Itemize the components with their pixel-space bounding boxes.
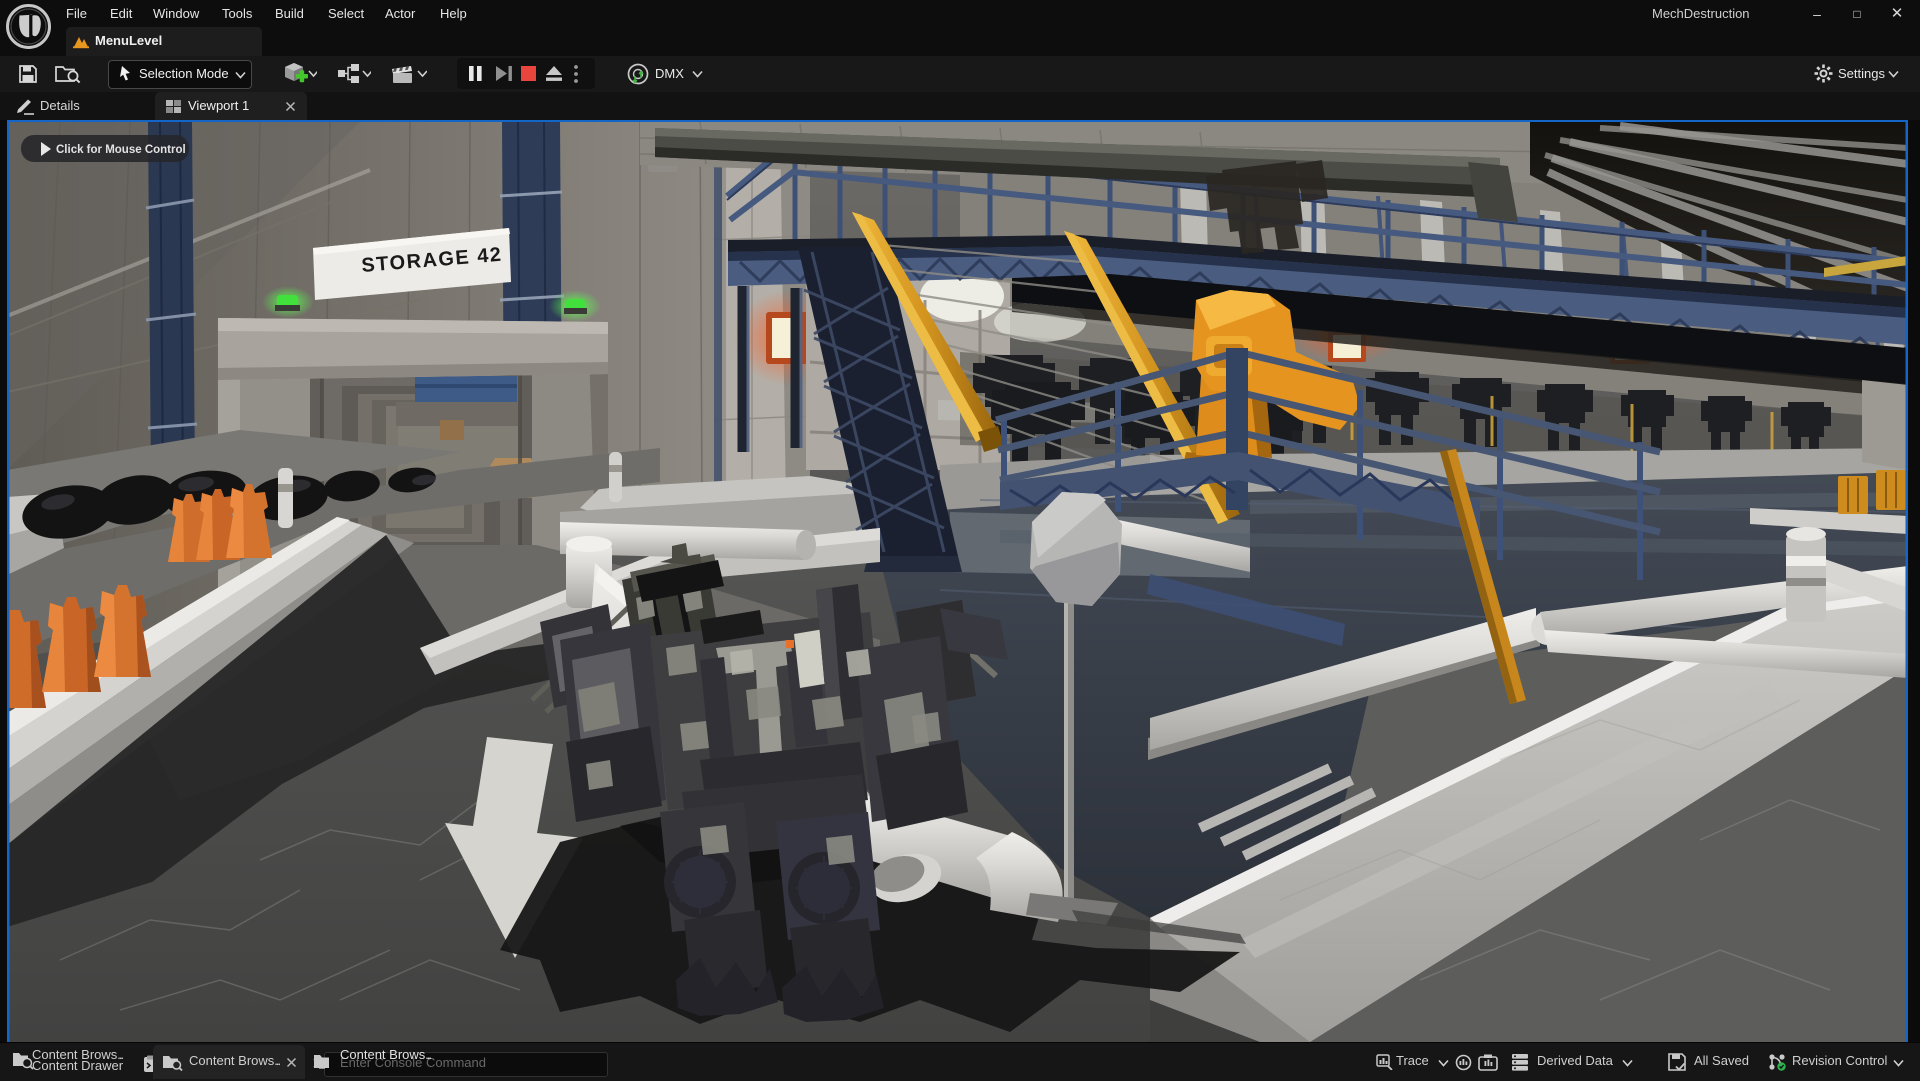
svg-text:Click for Mouse Control: Click for Mouse Control bbox=[56, 144, 186, 156]
